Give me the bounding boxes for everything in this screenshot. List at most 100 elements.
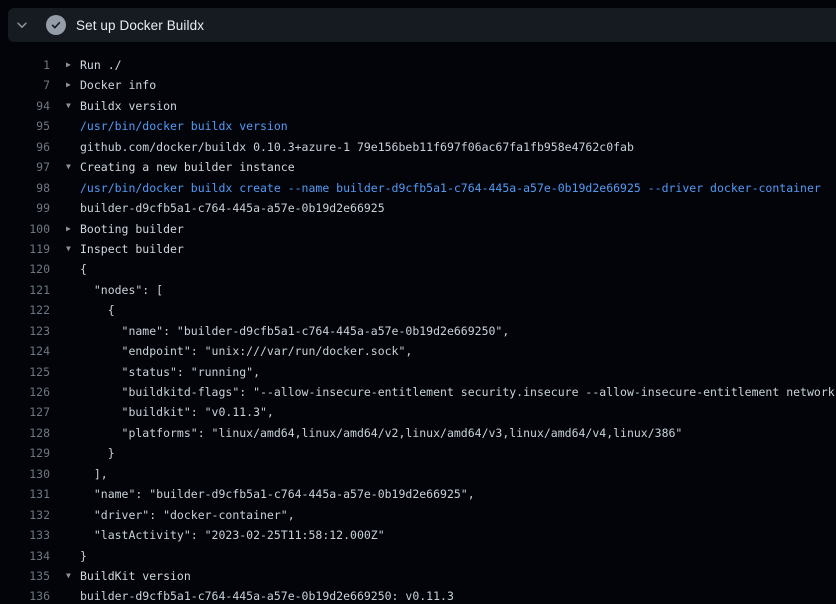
group-title: Buildx version — [80, 96, 836, 116]
output-text: ], — [80, 464, 836, 484]
arrow-spacer — [66, 423, 80, 443]
line-number[interactable]: 128 — [0, 423, 50, 443]
group-title: Run ./ — [80, 55, 836, 75]
line-number[interactable]: 123 — [0, 321, 50, 341]
group-title: BuildKit version — [80, 566, 836, 586]
group-expanded-icon[interactable]: ▼ — [66, 566, 80, 586]
output-text: "buildkit": "v0.11.3", — [80, 402, 836, 422]
arrow-spacer — [66, 198, 80, 218]
log-line-row: 99 builder-d9cfb5a1-c764-445a-a57e-0b19d2… — [0, 198, 836, 218]
line-number[interactable]: 120 — [0, 259, 50, 279]
group-expanded-icon[interactable]: ▼ — [66, 157, 80, 177]
line-number[interactable]: 7 — [0, 75, 50, 95]
command-text: /usr/bin/docker buildx version — [80, 116, 836, 136]
line-number[interactable]: 99 — [0, 198, 50, 218]
line-number[interactable]: 127 — [0, 402, 50, 422]
output-text: "name": "builder-d9cfb5a1-c764-445a-a57e… — [80, 484, 836, 504]
line-number[interactable]: 130 — [0, 464, 50, 484]
check-circle-icon — [46, 15, 66, 35]
arrow-spacer — [66, 464, 80, 484]
arrow-spacer — [66, 362, 80, 382]
log-line-row: 136builder-d9cfb5a1-c764-445a-a57e-0b19d… — [0, 586, 836, 604]
output-text: { — [80, 300, 836, 320]
line-number[interactable]: 129 — [0, 443, 50, 463]
group-collapsed-icon[interactable]: ▶ — [66, 75, 80, 95]
arrow-spacer — [66, 525, 80, 545]
log-group-row[interactable]: 7 ▶Docker info — [0, 75, 836, 95]
log-group-row[interactable]: 135 ▼BuildKit version — [0, 566, 836, 586]
line-number[interactable]: 132 — [0, 505, 50, 525]
log-group-row[interactable]: 94 ▼Buildx version — [0, 96, 836, 116]
command-text: /usr/bin/docker buildx create --name bui… — [80, 178, 836, 198]
arrow-spacer — [66, 116, 80, 136]
log-line-row: 127 "buildkit": "v0.11.3", — [0, 402, 836, 422]
group-expanded-icon[interactable]: ▼ — [66, 239, 80, 259]
log-group-row[interactable]: 1 ▶Run ./ — [0, 55, 836, 75]
log-area[interactable]: 1▶Run ./7▶Docker info94▼Buildx version95… — [0, 42, 836, 604]
log-group-row[interactable]: 100 ▶Booting builder — [0, 219, 836, 239]
line-number[interactable]: 94 — [0, 96, 50, 116]
group-collapsed-icon[interactable]: ▶ — [66, 219, 80, 239]
arrow-spacer — [66, 300, 80, 320]
log-line-row: 128 "platforms": "linux/amd64,linux/amd6… — [0, 423, 836, 443]
line-number[interactable]: 134 — [0, 546, 50, 566]
line-number[interactable]: 124 — [0, 341, 50, 361]
group-collapsed-icon[interactable]: ▶ — [66, 55, 80, 75]
arrow-spacer — [66, 137, 80, 157]
arrow-spacer — [66, 341, 80, 361]
arrow-spacer — [66, 259, 80, 279]
arrow-spacer — [66, 546, 80, 566]
line-number[interactable]: 100 — [0, 219, 50, 239]
output-text: "nodes": [ — [80, 280, 836, 300]
output-text: "driver": "docker-container", — [80, 505, 836, 525]
line-number[interactable]: 97 — [0, 157, 50, 177]
log-line-row: 126 "buildkitd-flags": "--allow-insecure… — [0, 382, 836, 402]
log-line-row: 134} — [0, 546, 836, 566]
log-line-row: 129 } — [0, 443, 836, 463]
output-text: "platforms": "linux/amd64,linux/amd64/v2… — [80, 423, 836, 443]
arrow-spacer — [66, 382, 80, 402]
output-text: "lastActivity": "2023-02-25T11:58:12.000… — [80, 525, 836, 545]
log-line-row: 130 ], — [0, 464, 836, 484]
line-number[interactable]: 119 — [0, 239, 50, 259]
step-header[interactable]: Set up Docker Buildx — [8, 8, 836, 42]
line-number[interactable]: 131 — [0, 484, 50, 504]
output-text: { — [80, 259, 836, 279]
arrow-spacer — [66, 178, 80, 198]
log-line-row: 132 "driver": "docker-container", — [0, 505, 836, 525]
output-text: "status": "running", — [80, 362, 836, 382]
output-text: } — [80, 443, 836, 463]
output-text: github.com/docker/buildx 0.10.3+azure-1 … — [80, 137, 836, 157]
log-group-row[interactable]: 97▼Creating a new builder instance — [0, 157, 836, 177]
group-title: Booting builder — [80, 219, 836, 239]
line-number[interactable]: 96 — [0, 137, 50, 157]
output-text: "endpoint": "unix:///var/run/docker.sock… — [80, 341, 836, 361]
output-text: "name": "builder-d9cfb5a1-c764-445a-a57e… — [80, 321, 836, 341]
step-title: Set up Docker Buildx — [76, 18, 204, 33]
group-expanded-icon[interactable]: ▼ — [66, 96, 80, 116]
log-line-row: 133 "lastActivity": "2023-02-25T11:58:12… — [0, 525, 836, 545]
group-title: Docker info — [80, 75, 836, 95]
line-number[interactable]: 121 — [0, 280, 50, 300]
log-line-row: 131 "name": "builder-d9cfb5a1-c764-445a-… — [0, 484, 836, 504]
line-number[interactable]: 122 — [0, 300, 50, 320]
output-text: "buildkitd-flags": "--allow-insecure-ent… — [80, 382, 836, 402]
line-number[interactable]: 136 — [0, 586, 50, 604]
log-line-row: 124 "endpoint": "unix:///var/run/docker.… — [0, 341, 836, 361]
arrow-spacer — [66, 280, 80, 300]
line-number[interactable]: 98 — [0, 178, 50, 198]
line-number[interactable]: 133 — [0, 525, 50, 545]
arrow-spacer — [66, 443, 80, 463]
arrow-spacer — [66, 484, 80, 504]
line-number[interactable]: 1 — [0, 55, 50, 75]
arrow-spacer — [66, 321, 80, 341]
line-number[interactable]: 135 — [0, 566, 50, 586]
arrow-spacer — [66, 586, 80, 604]
output-text: builder-d9cfb5a1-c764-445a-a57e-0b19d2e6… — [80, 198, 836, 218]
line-number[interactable]: 126 — [0, 382, 50, 402]
log-group-row[interactable]: 119▼Inspect builder — [0, 239, 836, 259]
chevron-down-icon[interactable] — [8, 8, 36, 42]
log-line-row: 95/usr/bin/docker buildx version — [0, 116, 836, 136]
line-number[interactable]: 95 — [0, 116, 50, 136]
line-number[interactable]: 125 — [0, 362, 50, 382]
